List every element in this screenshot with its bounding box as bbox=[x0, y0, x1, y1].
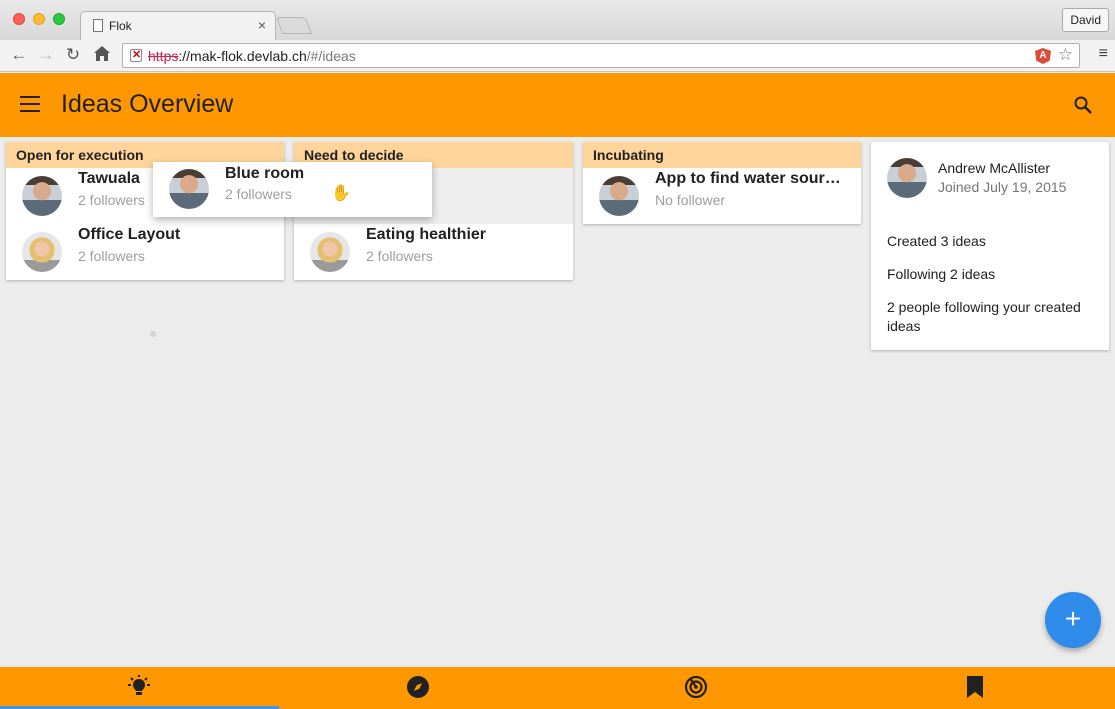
home-icon[interactable] bbox=[92, 45, 112, 65]
browser-menu-icon[interactable]: ≡ bbox=[1099, 45, 1108, 63]
bottom-navigation bbox=[0, 667, 1115, 709]
new-tab-button[interactable] bbox=[275, 17, 313, 34]
idea-card[interactable]: App to find water sourc… No follower bbox=[583, 168, 861, 224]
cursor-trail bbox=[150, 331, 156, 337]
radar-icon bbox=[684, 675, 708, 699]
idea-title: Tawuala bbox=[78, 170, 140, 187]
avatar bbox=[599, 176, 639, 216]
page-title: Ideas Overview bbox=[61, 90, 234, 118]
window-close-button[interactable] bbox=[13, 13, 25, 25]
compass-icon bbox=[407, 676, 429, 698]
idea-card[interactable]: Eating healthier 2 followers bbox=[294, 224, 573, 280]
bookmark-star-icon[interactable]: ☆ bbox=[1058, 45, 1073, 65]
nav-explore[interactable] bbox=[279, 667, 557, 709]
idea-title: Office Layout bbox=[78, 226, 181, 243]
column-header: Incubating bbox=[583, 142, 861, 168]
forward-arrow-icon[interactable]: → bbox=[36, 45, 56, 65]
browser-titlebar: Flok × David bbox=[0, 0, 1115, 40]
stat-created: Created 3 ideas bbox=[887, 233, 986, 249]
lightbulb-icon bbox=[128, 675, 150, 695]
search-icon[interactable] bbox=[1073, 95, 1093, 115]
reload-icon[interactable]: ↻ bbox=[63, 45, 83, 65]
idea-followers: 2 followers bbox=[78, 248, 145, 264]
browser-tab[interactable]: Flok × bbox=[80, 11, 276, 40]
avatar bbox=[22, 176, 62, 216]
insecure-lock-icon[interactable] bbox=[130, 48, 142, 62]
browser-toolbar: ← → ↻ https://mak-flok.devlab.ch/#/ideas… bbox=[0, 40, 1115, 72]
address-bar[interactable]: https://mak-flok.devlab.ch/#/ideas A ☆ bbox=[122, 43, 1080, 68]
window-zoom-button[interactable] bbox=[53, 13, 65, 25]
stat-following: Following 2 ideas bbox=[887, 266, 996, 282]
profile-name: Andrew McAllister bbox=[938, 160, 1051, 176]
idea-title: Eating healthier bbox=[366, 226, 487, 243]
url-text: https://mak-flok.devlab.ch/#/ideas bbox=[148, 48, 356, 64]
column-incubating: Incubating App to find water sourc… No f… bbox=[583, 142, 861, 224]
window-minimize-button[interactable] bbox=[33, 13, 45, 25]
back-arrow-icon[interactable]: ← bbox=[9, 45, 29, 65]
add-idea-button[interactable]: + bbox=[1045, 592, 1101, 648]
angular-extension-icon[interactable]: A bbox=[1035, 48, 1051, 64]
tab-close-icon[interactable]: × bbox=[258, 17, 266, 33]
avatar bbox=[169, 169, 209, 209]
idea-title: Blue room bbox=[225, 165, 305, 182]
idea-followers: 2 followers bbox=[366, 248, 433, 264]
document-icon bbox=[93, 19, 103, 32]
profile-joined: Joined July 19, 2015 bbox=[938, 179, 1067, 195]
avatar[interactable] bbox=[887, 158, 927, 198]
nav-bookmarks[interactable] bbox=[836, 667, 1114, 709]
tab-title: Flok bbox=[109, 19, 132, 33]
avatar bbox=[310, 232, 350, 272]
idea-followers: 2 followers bbox=[78, 192, 145, 208]
avatar bbox=[22, 232, 62, 272]
nav-ideas[interactable] bbox=[0, 667, 278, 709]
idea-followers: No follower bbox=[655, 192, 726, 208]
bookmark-icon bbox=[967, 676, 983, 698]
nav-radar[interactable] bbox=[557, 667, 835, 709]
menu-icon[interactable] bbox=[20, 96, 40, 113]
idea-card[interactable]: Office Layout 2 followers bbox=[6, 224, 284, 280]
stat-followers: 2 people following your created ideas bbox=[887, 299, 1081, 334]
grab-cursor-icon: ✋ bbox=[331, 185, 351, 202]
idea-title: App to find water sourc… bbox=[655, 170, 845, 187]
app-bar: Ideas Overview bbox=[0, 73, 1115, 137]
profile-card: Andrew McAllister Joined July 19, 2015 C… bbox=[871, 142, 1109, 350]
dragged-idea-card[interactable]: Blue room 2 followers ✋ bbox=[153, 162, 432, 217]
profile-button[interactable]: David bbox=[1062, 8, 1109, 32]
idea-followers: 2 followers bbox=[225, 186, 292, 202]
